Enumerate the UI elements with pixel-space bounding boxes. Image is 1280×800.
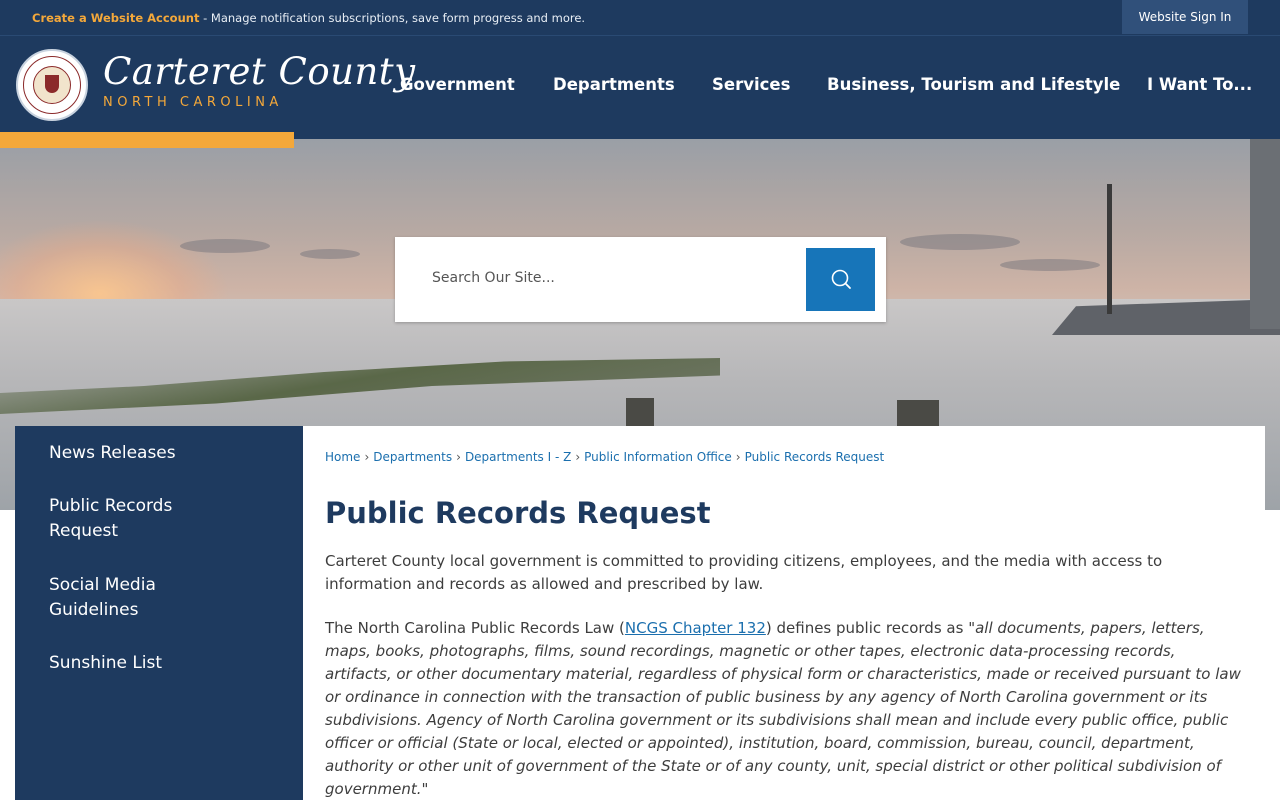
site-search xyxy=(395,237,886,322)
breadcrumb-departments[interactable]: Departments xyxy=(373,450,452,464)
create-account-link[interactable]: Create a Website Account xyxy=(32,11,199,25)
records-law-prefix: The North Carolina Public Records Law ( xyxy=(325,619,625,637)
search-icon xyxy=(831,269,851,289)
breadcrumb-public-information-office[interactable]: Public Information Office xyxy=(584,450,732,464)
logo-subtitle: NORTH CAROLINA xyxy=(103,95,283,110)
sidebar-item-sunshine-list[interactable]: Sunshine List xyxy=(49,651,289,676)
nav-government[interactable]: Government xyxy=(400,75,515,94)
nav-business-tourism-lifestyle[interactable]: Business, Tourism and Lifestyle xyxy=(827,75,1120,94)
records-law-definition-quote: "all documents, papers, letters, maps, b… xyxy=(325,619,1241,798)
breadcrumb-public-records-request[interactable]: Public Records Request xyxy=(745,450,885,464)
breadcrumb-separator: › xyxy=(364,450,370,464)
hero-cloud xyxy=(1000,259,1100,271)
breadcrumb-separator: › xyxy=(735,450,741,464)
intro-paragraph: Carteret County local government is comm… xyxy=(325,552,1163,593)
ncgs-chapter-132-link[interactable]: NCGS Chapter 132 xyxy=(625,619,766,637)
sign-in-button[interactable]: Website Sign In xyxy=(1122,0,1248,34)
search-button[interactable] xyxy=(806,248,875,311)
breadcrumb: Home › Departments › Departments I - Z › Publi… xyxy=(325,450,884,464)
records-law-paragraph: The North Carolina Public Records Law (N… xyxy=(325,617,1245,800)
nav-departments[interactable]: Departments xyxy=(553,75,675,94)
records-law-mid: ) defines public records as xyxy=(765,619,969,637)
section-sidebar: News Releases Public Records Request Soc… xyxy=(15,426,303,800)
breadcrumb-separator: › xyxy=(575,450,581,464)
county-seal-logo[interactable] xyxy=(16,49,88,121)
utility-bar: Create a Website Account - Manage notifi… xyxy=(0,0,1280,36)
breadcrumb-departments-i-z[interactable]: Departments I - Z xyxy=(465,450,571,464)
main-content: Home › Departments › Departments I - Z › Publi… xyxy=(303,426,1265,800)
nav-i-want-to[interactable]: I Want To... xyxy=(1147,75,1252,94)
sidebar-item-news-releases[interactable]: News Releases xyxy=(49,441,289,466)
search-input[interactable] xyxy=(408,248,801,308)
site-wordmark[interactable]: Carteret County NORTH CAROLINA xyxy=(103,50,416,110)
nav-services[interactable]: Services xyxy=(712,75,790,94)
header-accent-bar xyxy=(0,132,294,148)
site-header: Carteret County NORTH CAROLINA Governmen… xyxy=(0,36,1280,139)
hero-cloud xyxy=(900,234,1020,250)
sidebar-item-social-media-guidelines[interactable]: Social Media Guidelines xyxy=(49,573,199,623)
logo-title: Carteret County xyxy=(103,50,416,93)
hero-cloud xyxy=(300,249,360,259)
sidebar-item-public-records-request[interactable]: Public Records Request xyxy=(49,494,219,544)
hero-house xyxy=(1250,139,1280,329)
breadcrumb-home[interactable]: Home xyxy=(325,450,360,464)
page-title: Public Records Request xyxy=(325,496,711,530)
hero-cloud xyxy=(180,239,270,253)
seal-shield-icon xyxy=(45,75,59,93)
breadcrumb-separator: › xyxy=(456,450,461,464)
account-notice: Create a Website Account - Manage notifi… xyxy=(32,11,585,25)
hero-pole xyxy=(1107,184,1112,314)
account-notice-text: - Manage notification subscriptions, sav… xyxy=(199,11,586,25)
